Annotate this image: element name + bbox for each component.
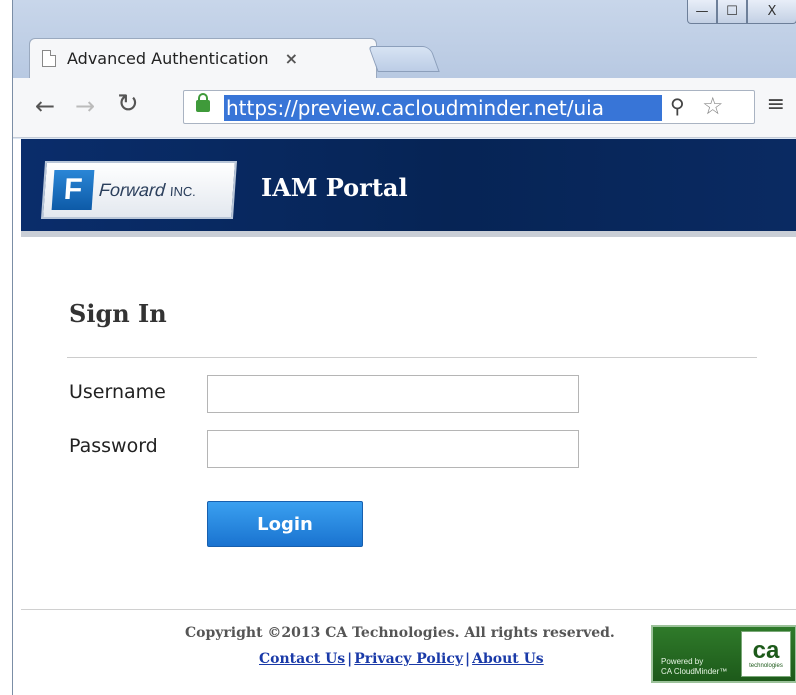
footer-links: Contact Us | Privacy Policy | About Us bbox=[259, 651, 544, 667]
close-window-button[interactable]: X bbox=[747, 0, 796, 24]
page-content: F Forward INC. IAM Portal Sign In Userna… bbox=[13, 139, 796, 695]
document-icon bbox=[42, 50, 56, 67]
portal-title: IAM Portal bbox=[261, 173, 408, 202]
browser-tab[interactable]: Advanced Authentication × bbox=[29, 38, 377, 78]
new-tab-button[interactable] bbox=[368, 46, 440, 72]
ca-logo-mark: ca bbox=[752, 637, 780, 664]
browser-titlebar: — ☐ X Advanced Authentication × bbox=[13, 0, 796, 78]
divider bbox=[67, 357, 757, 358]
powered-by-line1: Powered by bbox=[661, 657, 704, 666]
maximize-button[interactable]: ☐ bbox=[717, 0, 747, 24]
logo-mark: F bbox=[51, 170, 95, 210]
password-input[interactable] bbox=[207, 430, 579, 468]
window-controls: — ☐ X bbox=[687, 0, 796, 26]
powered-by-line2: CA CloudMinder™ bbox=[661, 667, 728, 676]
search-icon[interactable]: ⚲ bbox=[670, 94, 685, 118]
link-separator: | bbox=[465, 651, 471, 667]
password-label: Password bbox=[69, 435, 158, 457]
username-label: Username bbox=[69, 381, 166, 403]
menu-icon[interactable]: ≡ bbox=[767, 92, 785, 117]
logo-name: Forward bbox=[98, 179, 166, 200]
lock-icon bbox=[196, 93, 210, 112]
tab-title: Advanced Authentication bbox=[67, 49, 269, 68]
star-icon[interactable]: ☆ bbox=[702, 92, 724, 120]
ca-logo-sub: technologies bbox=[749, 663, 783, 669]
logo-suffix: INC. bbox=[169, 183, 197, 199]
tab-close-icon[interactable]: × bbox=[285, 49, 298, 68]
footer-divider bbox=[21, 609, 796, 610]
company-logo: F Forward INC. bbox=[40, 161, 238, 219]
powered-by-badge[interactable]: Powered by CA CloudMinder™ ca technologi… bbox=[651, 625, 796, 683]
arrow-right-icon[interactable]: → bbox=[75, 92, 95, 120]
link-separator: | bbox=[347, 651, 353, 667]
arrow-left-icon[interactable]: ← bbox=[35, 92, 55, 120]
reload-icon[interactable]: ↻ bbox=[117, 89, 139, 119]
username-input[interactable] bbox=[207, 375, 579, 413]
ca-logo: ca technologies bbox=[741, 631, 791, 677]
browser-toolbar: ← → ↻ https://preview.cacloudminder.net/… bbox=[13, 78, 796, 138]
logo-text: Forward INC. bbox=[98, 180, 196, 201]
signin-title: Sign In bbox=[69, 299, 167, 328]
url-text[interactable]: https://preview.cacloudminder.net/uia bbox=[224, 95, 662, 121]
portal-header: F Forward INC. IAM Portal bbox=[21, 139, 796, 237]
minimize-button[interactable]: — bbox=[687, 0, 717, 24]
privacy-policy-link[interactable]: Privacy Policy bbox=[354, 651, 463, 667]
address-bar[interactable]: https://preview.cacloudminder.net/uia ⚲ … bbox=[183, 90, 755, 124]
login-button[interactable]: Login bbox=[207, 501, 363, 547]
browser-window: — ☐ X Advanced Authentication × ← → ↻ ht… bbox=[12, 0, 796, 695]
about-us-link[interactable]: About Us bbox=[472, 651, 544, 667]
contact-us-link[interactable]: Contact Us bbox=[259, 651, 345, 667]
powered-by-text: Powered by CA CloudMinder™ bbox=[661, 657, 727, 677]
copyright-text: Copyright ©2013 CA Technologies. All rig… bbox=[185, 625, 615, 641]
